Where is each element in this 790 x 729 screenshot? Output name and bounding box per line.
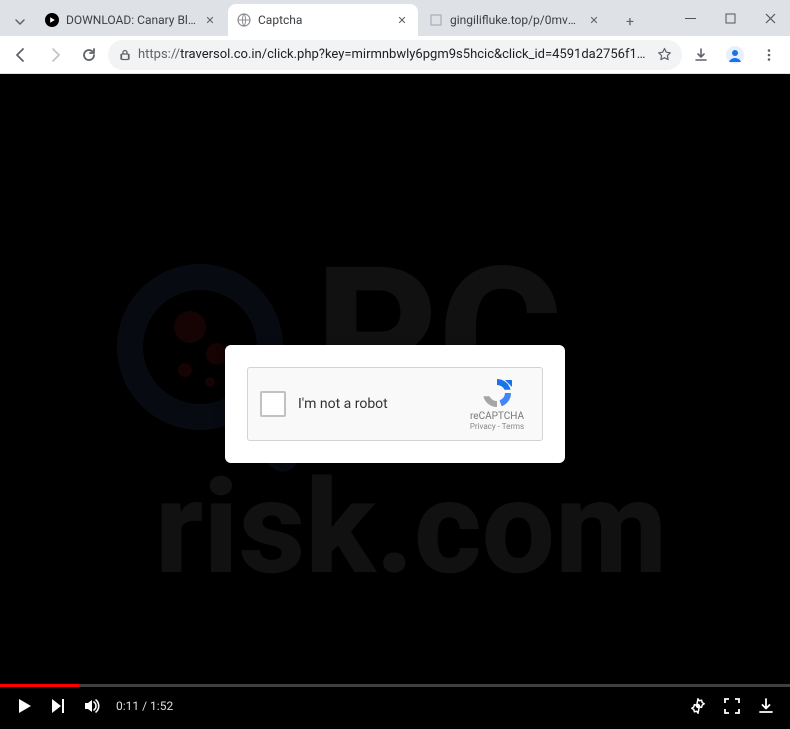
- volume-button[interactable]: [82, 696, 102, 716]
- window-minimize-button[interactable]: [670, 0, 710, 36]
- bookmark-star-icon[interactable]: [657, 47, 672, 62]
- nav-reload-button[interactable]: [74, 40, 104, 70]
- next-button[interactable]: [48, 696, 68, 716]
- recaptcha-brand: reCAPTCHA Privacy - Terms: [464, 377, 530, 431]
- site-settings-icon[interactable]: [118, 48, 132, 62]
- page-content: PC risk.com I'm not a robot reCAPTCHA: [0, 74, 790, 729]
- recaptcha-privacy-link[interactable]: Privacy: [470, 422, 496, 431]
- nav-forward-button[interactable]: [40, 40, 70, 70]
- tab-gingilifluke[interactable]: gingilifluke.top/p/0mvDXVdx8 ✕: [420, 4, 610, 36]
- svg-text:risk.com: risk.com: [155, 451, 667, 604]
- fullscreen-button[interactable]: [722, 696, 742, 716]
- recaptcha-logo-icon: [481, 377, 513, 409]
- settings-button[interactable]: [688, 696, 708, 716]
- nav-back-button[interactable]: [6, 40, 36, 70]
- video-time: 0:11 / 1:52: [116, 699, 173, 713]
- profile-button[interactable]: [720, 40, 750, 70]
- tab-title: Captcha: [258, 13, 390, 27]
- url-text: https://traversol.co.in/click.php?key=mi…: [138, 47, 651, 62]
- browser-titlebar: DOWNLOAD: Canary Black (20 ✕ Captcha ✕ g…: [0, 0, 790, 36]
- window-controls: [670, 0, 790, 36]
- favicon-video-icon: [44, 12, 60, 28]
- tab-title: gingilifluke.top/p/0mvDXVdx8: [450, 13, 582, 27]
- recaptcha-widget: I'm not a robot reCAPTCHA Privacy - Term…: [247, 367, 543, 441]
- tab-close-button[interactable]: ✕: [586, 12, 602, 28]
- favicon-blank-icon: [428, 12, 444, 28]
- address-bar[interactable]: https://traversol.co.in/click.php?key=mi…: [108, 40, 682, 70]
- video-progress-bar[interactable]: [0, 684, 790, 687]
- browser-toolbar: https://traversol.co.in/click.php?key=mi…: [0, 36, 790, 74]
- recaptcha-terms-link[interactable]: Terms: [502, 422, 524, 431]
- video-progress-fill: [0, 684, 79, 687]
- recaptcha-brand-name: reCAPTCHA: [464, 411, 530, 422]
- tab-close-button[interactable]: ✕: [394, 12, 410, 28]
- new-tab-button[interactable]: +: [616, 8, 644, 36]
- tab-search-dropdown[interactable]: [8, 8, 32, 36]
- window-close-button[interactable]: [750, 0, 790, 36]
- recaptcha-label: I'm not a robot: [298, 396, 464, 412]
- recaptcha-checkbox[interactable]: [260, 391, 286, 417]
- play-button[interactable]: [14, 696, 34, 716]
- menu-button[interactable]: [754, 40, 784, 70]
- window-maximize-button[interactable]: [710, 0, 750, 36]
- downloads-button[interactable]: [686, 40, 716, 70]
- video-controls: 0:11 / 1:52: [0, 687, 790, 729]
- captcha-card: I'm not a robot reCAPTCHA Privacy - Term…: [225, 345, 565, 463]
- favicon-globe-icon: [236, 12, 252, 28]
- tab-close-button[interactable]: ✕: [202, 12, 218, 28]
- tab-captcha[interactable]: Captcha ✕: [228, 4, 418, 36]
- video-download-button[interactable]: [756, 696, 776, 716]
- tab-title: DOWNLOAD: Canary Black (20: [66, 13, 198, 27]
- tab-download[interactable]: DOWNLOAD: Canary Black (20 ✕: [36, 4, 226, 36]
